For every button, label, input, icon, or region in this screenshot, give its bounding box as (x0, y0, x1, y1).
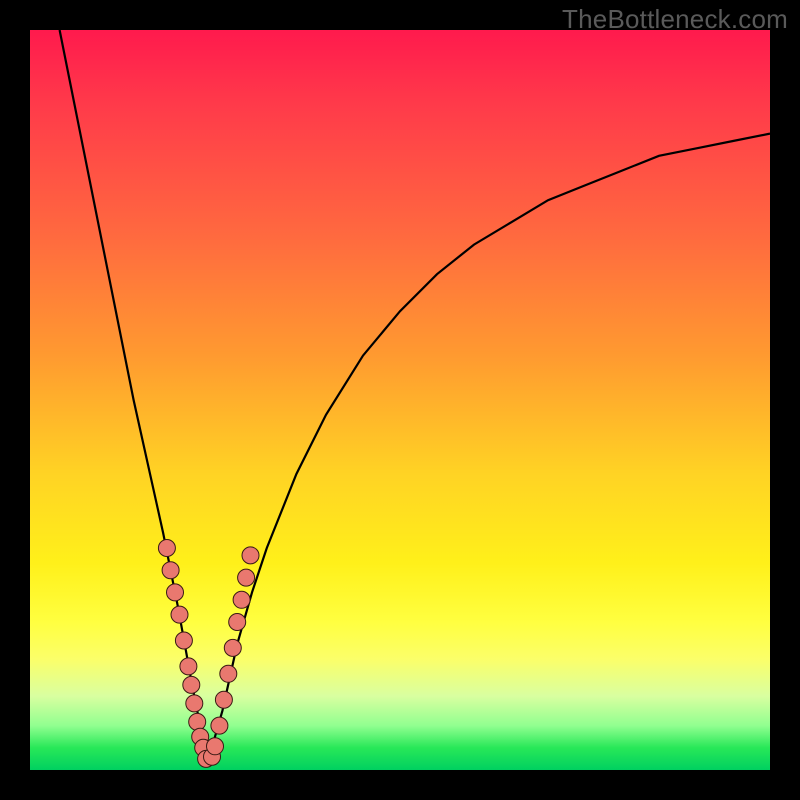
marker-dot (186, 695, 203, 712)
bottleneck-curve (60, 30, 770, 763)
marker-dot (183, 676, 200, 693)
bottleneck-curve-svg (30, 30, 770, 770)
plot-area (30, 30, 770, 770)
marker-cluster (158, 540, 259, 768)
marker-dot (211, 717, 228, 734)
marker-dot (171, 606, 188, 623)
marker-dot (220, 665, 237, 682)
marker-dot (224, 639, 241, 656)
marker-dot (189, 713, 206, 730)
marker-dot (158, 540, 175, 557)
marker-dot (207, 738, 224, 755)
marker-dot (162, 562, 179, 579)
marker-dot (242, 547, 259, 564)
marker-dot (215, 691, 232, 708)
chart-frame: TheBottleneck.com (0, 0, 800, 800)
marker-dot (233, 591, 250, 608)
watermark-text: TheBottleneck.com (562, 4, 788, 35)
marker-dot (238, 569, 255, 586)
marker-dot (167, 584, 184, 601)
marker-dot (229, 614, 246, 631)
marker-dot (175, 632, 192, 649)
marker-dot (180, 658, 197, 675)
